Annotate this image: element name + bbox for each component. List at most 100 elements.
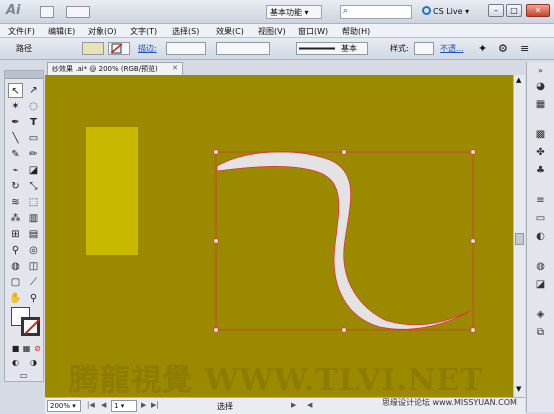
cs-live-icon — [422, 6, 431, 15]
menu-file[interactable]: 文件(F) — [8, 26, 35, 37]
close-tab-icon[interactable]: ✕ — [172, 64, 178, 72]
artboard-number: 1 — [114, 402, 119, 410]
recolor-artwork-icon[interactable]: ✦ — [478, 42, 487, 55]
style-label: 样式: — [390, 44, 409, 53]
swatches-panel-icon[interactable]: ▩ — [533, 128, 548, 142]
menu-help[interactable]: 帮助(H) — [342, 26, 370, 37]
previous-artboard-icon[interactable]: ◀ — [101, 401, 106, 409]
layers-panel-icon[interactable]: ◈ — [533, 308, 548, 322]
tools-panel: ↖ ↗ ✶ ◌ ✒ T ╲ ▭ ✎ ✏ ⌁ ◪ ↻ ⤡ ≋ ⬚ ⁂ ▥ ⊞ ▤ … — [4, 70, 44, 382]
artboard-number-field[interactable]: 1 ▾ — [111, 400, 137, 412]
brush-definition-dropdown[interactable] — [296, 42, 368, 55]
slice-icon[interactable]: ⟋ — [26, 275, 41, 290]
color-guide-icon[interactable]: ▦ — [533, 98, 548, 112]
panel-grip[interactable] — [5, 71, 43, 79]
pen-icon[interactable]: ✒ — [8, 115, 23, 130]
opacity-link[interactable]: 不透... — [440, 43, 464, 54]
scroll-down-icon[interactable]: ▼ — [516, 385, 521, 393]
next-artboard-icon[interactable]: ▶ — [141, 401, 146, 409]
rotate-icon[interactable]: ↻ — [8, 179, 23, 194]
blob-brush-icon[interactable]: ⌁ — [8, 163, 23, 178]
free-transform-icon[interactable]: ⬚ — [26, 195, 41, 210]
symbol-sprayer-icon[interactable]: ⁂ — [8, 211, 23, 226]
menu-select[interactable]: 选择(S) — [172, 26, 199, 37]
rectangle-icon[interactable]: ▭ — [26, 131, 41, 146]
variable-width-profile-dropdown[interactable] — [216, 42, 270, 55]
search-input[interactable]: ⌕ — [340, 5, 412, 19]
symbols-panel-icon[interactable]: ♣ — [533, 164, 548, 178]
close-button[interactable]: ✕ — [526, 4, 550, 17]
maximize-button[interactable]: □ — [506, 4, 522, 17]
title-bar: Ai 基本功能 ▾ ⌕ CS Live ▾ – □ ✕ — [0, 0, 554, 24]
stroke-color-dropdown[interactable] — [108, 42, 130, 55]
direct-selection-icon[interactable]: ↗ — [26, 83, 41, 98]
menu-object[interactable]: 对象(O) — [88, 26, 117, 37]
live-paint-icon[interactable]: ◍ — [8, 259, 23, 274]
brush-stroke-preview — [299, 47, 335, 50]
status-mode-label: 选择 — [217, 402, 233, 411]
minimize-button[interactable]: – — [488, 4, 504, 17]
graph-icon[interactable]: ▥ — [26, 211, 41, 226]
warp-icon[interactable]: ≋ — [8, 195, 23, 210]
first-artboard-icon[interactable]: |◀ — [87, 401, 95, 409]
vertical-scrollbar[interactable]: ▲ ▼ — [513, 75, 525, 397]
stroke-swatch[interactable] — [21, 317, 40, 336]
color-panel-icon[interactable]: ◕ — [533, 80, 548, 94]
fill-color-dropdown[interactable] — [82, 42, 104, 55]
brushes-panel-icon[interactable]: ✤ — [533, 146, 548, 160]
live-paint-selection-icon[interactable]: ◫ — [26, 259, 41, 274]
magic-wand-icon[interactable]: ✶ — [8, 99, 23, 114]
mesh-icon[interactable]: ⊞ — [8, 227, 23, 242]
graphic-styles-panel-icon[interactable]: ◪ — [533, 278, 548, 292]
zoom-dropdown[interactable]: 200% ▾ — [47, 400, 81, 412]
line-icon[interactable]: ╲ — [8, 131, 23, 146]
collapse-panels-icon[interactable]: » — [533, 64, 548, 78]
status-menu-icon[interactable]: ▶ — [291, 401, 296, 409]
last-artboard-icon[interactable]: ▶| — [151, 401, 159, 409]
menu-window[interactable]: 窗口(W) — [298, 26, 328, 37]
scroll-up-icon[interactable]: ▲ — [516, 76, 521, 84]
scroll-thumb[interactable] — [515, 233, 524, 245]
workspace-label: 基本功能 — [270, 8, 302, 17]
lasso-icon[interactable]: ◌ — [26, 99, 41, 114]
pencil-icon[interactable]: ✏ — [26, 147, 41, 162]
appearance-panel-icon[interactable]: ◍ — [533, 260, 548, 274]
menu-effect[interactable]: 效果(C) — [216, 26, 244, 37]
artboard-icon[interactable]: ▢ — [8, 275, 23, 290]
none-mode-icon[interactable]: ⊘ — [30, 341, 45, 356]
screen-mode-icon[interactable]: ▭ — [16, 368, 31, 383]
type-icon[interactable]: T — [26, 115, 41, 130]
scroll-left-icon[interactable]: ◀ — [307, 401, 312, 409]
zoom-icon[interactable]: ⚲ — [26, 291, 41, 306]
artboards-panel-icon[interactable]: ⧉ — [533, 326, 548, 340]
right-panel-dock: » ◕ ▦ ▩ ✤ ♣ ≡ ▭ ◐ ◍ ◪ ◈ ⧉ — [526, 62, 554, 412]
menu-type[interactable]: 文字(T) — [130, 26, 157, 37]
control-bar: 路径 描边: 基本 样式: 不透... ✦ ⚙ ≡ — [0, 38, 554, 60]
menu-edit[interactable]: 编辑(E) — [48, 26, 75, 37]
artboard-canvas[interactable]: 腾龍視覺 WWW.TLVI.NET — [45, 75, 513, 397]
bridge-icon[interactable] — [40, 6, 54, 18]
stroke-label[interactable]: 描边: — [138, 43, 157, 54]
hand-icon[interactable]: ✋ — [8, 291, 23, 306]
cs-live-button[interactable]: CS Live ▾ — [422, 6, 469, 16]
menu-bar: 文件(F) 编辑(E) 对象(O) 文字(T) 选择(S) 效果(C) 视图(V… — [0, 24, 554, 38]
arrange-documents-icon[interactable] — [66, 6, 90, 18]
gradient-panel-icon[interactable]: ▭ — [533, 212, 548, 226]
document-tab[interactable]: 纱效果 .ai* @ 200% (RGB/预览) ✕ — [47, 62, 183, 75]
transparency-panel-icon[interactable]: ◐ — [533, 230, 548, 244]
stroke-panel-icon[interactable]: ≡ — [533, 194, 548, 208]
eraser-icon[interactable]: ◪ — [26, 163, 41, 178]
zoom-value: 200% — [50, 402, 71, 410]
paintbrush-icon[interactable]: ✎ — [8, 147, 23, 162]
panel-menu-icon[interactable]: ≡ — [520, 42, 529, 55]
scale-icon[interactable]: ⤡ — [26, 179, 41, 194]
graphic-style-dropdown[interactable] — [414, 42, 434, 55]
menu-view[interactable]: 视图(V) — [258, 26, 286, 37]
blend-icon[interactable]: ◎ — [26, 243, 41, 258]
document-setup-icon[interactable]: ⚙ — [498, 42, 508, 55]
stroke-weight-field[interactable] — [166, 42, 206, 55]
eyedropper-icon[interactable]: ⚲ — [8, 243, 23, 258]
gradient-icon[interactable]: ▤ — [26, 227, 41, 242]
selection-icon[interactable]: ↖ — [8, 83, 23, 98]
workspace-switcher[interactable]: 基本功能 ▾ — [266, 5, 322, 19]
